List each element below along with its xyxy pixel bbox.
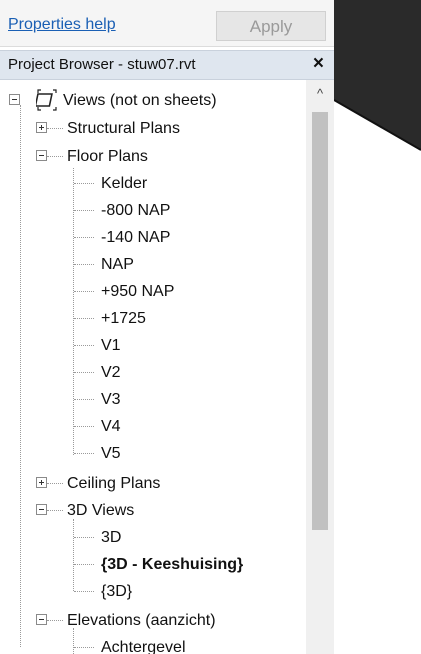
left-panel: Properties help Apply Project Browser - … [0,0,334,654]
collapse-toggle[interactable] [36,150,47,161]
viewport-canvas [334,0,421,654]
tree-branch-line [74,537,94,538]
collapse-toggle[interactable] [36,614,47,625]
tree-branch-line [74,237,94,238]
tree-branch-line [74,372,94,373]
tree-item-views-not-on-sheets[interactable]: Views (not on sheets) [63,87,217,114]
tree-item-structural-plans[interactable]: Structural Plans [67,115,180,142]
tree-item-kelder[interactable]: Kelder [101,170,147,197]
tree-item-minus-800-nap[interactable]: -800 NAP [101,197,170,224]
tree-item-v5[interactable]: V5 [101,440,121,467]
tree-branch-line [74,345,94,346]
collapse-toggle[interactable] [9,94,20,105]
tree-guide-line [20,105,21,647]
collapse-toggle[interactable] [36,504,47,515]
tree-item-achtergevel[interactable]: Achtergevel [101,634,186,654]
tree-branch-line [47,510,63,511]
tree-item-plus-1725[interactable]: +1725 [101,305,146,332]
drawing-viewport[interactable] [334,0,421,654]
tree-branch-line [47,620,63,621]
apply-button[interactable]: Apply [216,11,326,41]
tree-scrollbar[interactable]: ^ [306,80,334,654]
tree-branch-line [74,318,94,319]
tree-item-elevations[interactable]: Elevations (aanzicht) [67,607,216,634]
tree-item-floor-plans[interactable]: Floor Plans [67,143,148,170]
tree-branch-line [47,156,63,157]
tree-item-v2[interactable]: V2 [101,359,121,386]
tree-branch-line [74,183,94,184]
tree-item-nap[interactable]: NAP [101,251,134,278]
tree-item-3d-keeshuising[interactable]: {3D - Keeshuising} [101,551,243,578]
tree-branch-line [74,591,94,592]
close-icon[interactable]: × [313,53,324,75]
tree-item-3d-default[interactable]: {3D} [101,578,132,605]
tree-branch-line [74,426,94,427]
tree-branch-line [74,647,94,648]
expand-toggle[interactable] [36,122,47,133]
tree-branch-line [47,483,63,484]
project-browser-title: Project Browser - stuw07.rvt [8,56,196,73]
scroll-up-arrow-icon[interactable]: ^ [306,86,334,108]
revit-window: Properties help Apply Project Browser - … [0,0,421,654]
tree-item-v1[interactable]: V1 [101,332,121,359]
scroll-thumb[interactable] [312,112,328,530]
tree-item-v4[interactable]: V4 [101,413,121,440]
tree-guide-line [73,168,74,455]
tree-branch-line [74,453,94,454]
tree-branch-line [47,128,63,129]
tree-branch-line [74,291,94,292]
expand-toggle[interactable] [36,477,47,488]
tree-item-plus-950-nap[interactable]: +950 NAP [101,278,174,305]
views-folder-icon [36,87,58,114]
tree-item-3d-views[interactable]: 3D Views [67,497,134,524]
tree-branch-line [74,210,94,211]
tree-branch-line [74,564,94,565]
tree-item-v3[interactable]: V3 [101,386,121,413]
tree-branch-line [74,264,94,265]
tree-branch-line [74,399,94,400]
tree-item-3d[interactable]: 3D [101,524,121,551]
properties-help-link[interactable]: Properties help [8,16,116,34]
project-browser-tree: Views (not on sheets) Structural Plans F… [0,80,306,654]
project-browser-title-bar: Project Browser - stuw07.rvt × [0,50,334,80]
tree-guide-line [73,519,74,591]
tree-item-ceiling-plans[interactable]: Ceiling Plans [67,470,160,497]
tree-item-minus-140-nap[interactable]: -140 NAP [101,224,170,251]
properties-footer: Properties help Apply [0,0,334,47]
